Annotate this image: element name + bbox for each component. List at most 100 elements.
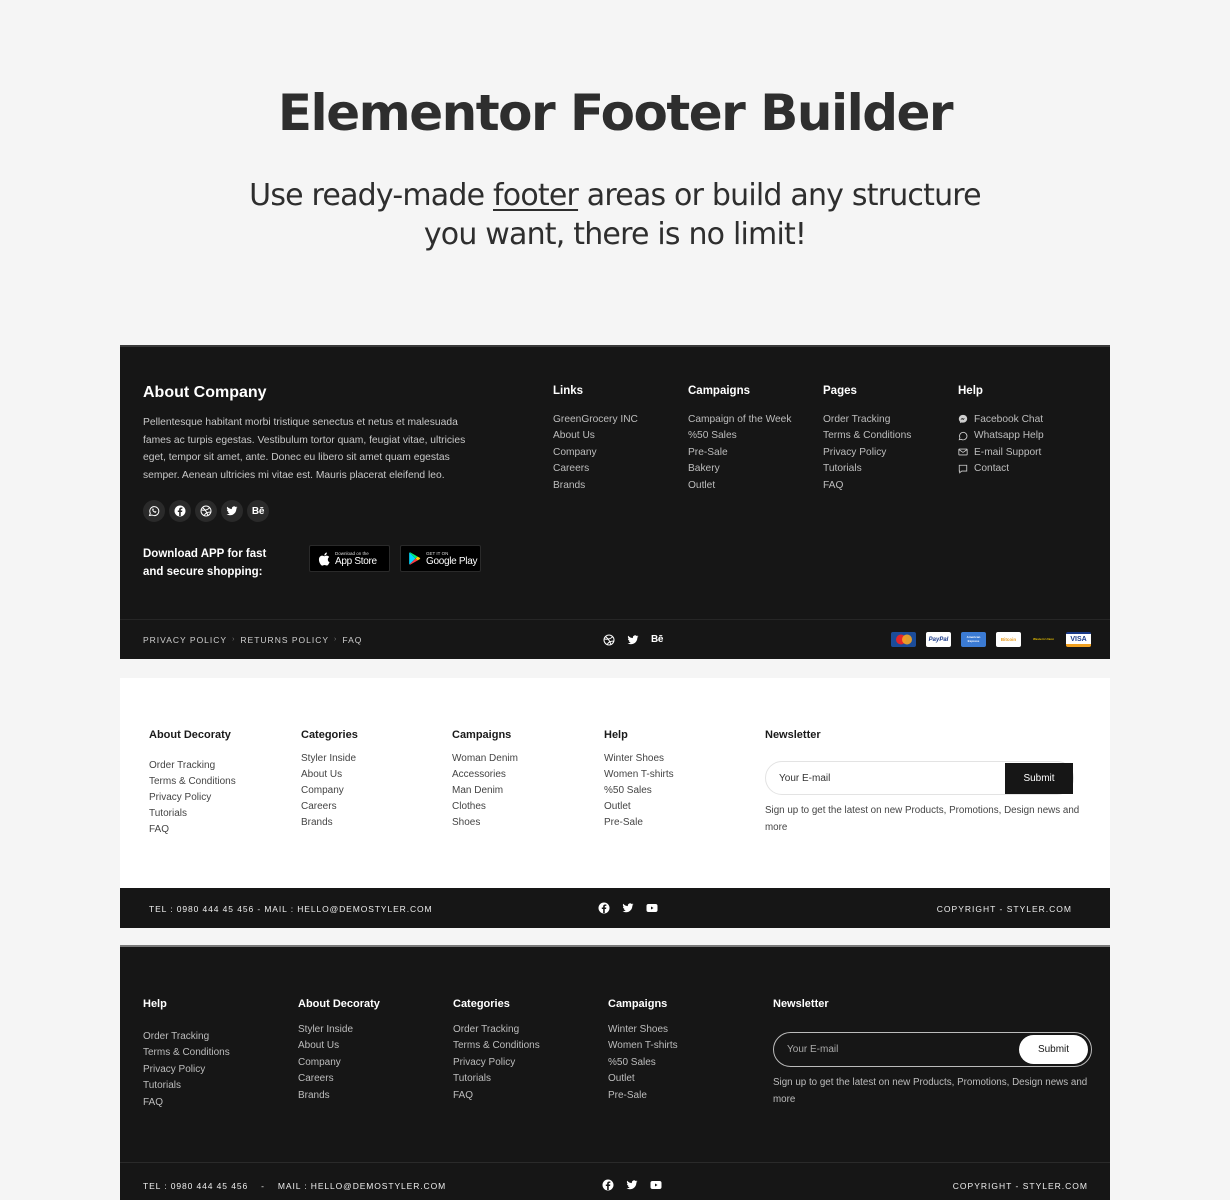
help-link-email[interactable]: E-mail Support <box>958 444 1044 461</box>
footer-link[interactable]: Tutorials <box>823 461 911 478</box>
separator: › <box>232 636 236 643</box>
footer-link[interactable]: Winter Shoes <box>604 750 674 766</box>
footer-link[interactable]: FAQ <box>143 1094 230 1111</box>
footer-link[interactable]: Careers <box>301 798 358 814</box>
newsletter-note: Sign up to get the latest on new Product… <box>773 1077 1088 1105</box>
dribbble-icon[interactable] <box>603 634 615 646</box>
footer-link[interactable]: Company <box>553 444 638 461</box>
dribbble-link[interactable] <box>195 500 217 522</box>
newsletter-form: Submit <box>773 1032 1092 1067</box>
footer-link[interactable]: Women T-shirts <box>608 1038 678 1055</box>
youtube-icon[interactable] <box>646 902 658 914</box>
footer-link[interactable]: About Us <box>553 428 638 445</box>
google-play-label: Google Play <box>426 555 478 567</box>
twitter-icon[interactable] <box>627 634 639 646</box>
footer-link[interactable]: Brands <box>301 814 358 830</box>
footer-link[interactable]: Brands <box>298 1087 380 1104</box>
footer-link[interactable]: Order Tracking <box>453 1021 540 1038</box>
footer-variant-1: About Company Pellentesque habitant morb… <box>120 345 1110 659</box>
newsletter-email-input[interactable] <box>774 1044 1019 1055</box>
footer-link[interactable]: Tutorials <box>453 1071 540 1088</box>
footer-link[interactable]: FAQ <box>823 477 911 494</box>
footer-link[interactable]: Pre-Sale <box>604 814 674 830</box>
footer-link[interactable]: Outlet <box>608 1071 678 1088</box>
footer-link[interactable]: Woman Denim <box>452 750 518 766</box>
subtitle-text: you want, there is no limit! <box>423 217 807 252</box>
footer-link[interactable]: Privacy Policy <box>823 444 911 461</box>
campaigns-column: Campaigns Winter Shoes Women T-shirts %5… <box>608 998 678 1104</box>
footer-link[interactable]: Clothes <box>452 798 518 814</box>
footer-link[interactable]: Tutorials <box>149 805 236 821</box>
footer-link[interactable]: Terms & Conditions <box>149 773 236 789</box>
footer-link[interactable]: Man Denim <box>452 782 518 798</box>
privacy-policy-link[interactable]: PRIVACY POLICY <box>143 635 227 645</box>
footer-link[interactable]: %50 Sales <box>688 428 791 445</box>
newsletter-note: Sign up to get the latest on new Product… <box>765 805 1080 833</box>
download-app-text: Download APP for fast and secure shoppin… <box>143 548 267 578</box>
footer-link[interactable]: Terms & Conditions <box>823 428 911 445</box>
help-link-contact[interactable]: Contact <box>958 461 1044 478</box>
footer-link[interactable]: FAQ <box>453 1087 540 1104</box>
footer-link[interactable]: Pre-Sale <box>608 1087 678 1104</box>
newsletter-email-input[interactable] <box>766 772 1005 784</box>
footer-link[interactable]: Order Tracking <box>149 757 236 773</box>
behance-link[interactable]: Bē <box>247 500 269 522</box>
chat-icon <box>958 464 968 474</box>
footer-link[interactable]: Pre-Sale <box>688 444 791 461</box>
facebook-icon[interactable] <box>598 902 610 914</box>
legal-links: PRIVACY POLICY › RETURNS POLICY › FAQ <box>143 635 362 645</box>
footer-link[interactable]: Accessories <box>452 766 518 782</box>
google-play-icon <box>409 552 421 565</box>
footer-link[interactable]: Tutorials <box>143 1078 230 1095</box>
footer-link[interactable]: Bakery <box>688 461 791 478</box>
footer-link[interactable]: Terms & Conditions <box>143 1045 230 1062</box>
newsletter-submit-button[interactable]: Submit <box>1019 1035 1088 1064</box>
footer-link[interactable]: Outlet <box>688 477 791 494</box>
newsletter-submit-button[interactable]: Submit <box>1005 762 1073 794</box>
youtube-icon[interactable] <box>650 1179 662 1191</box>
column-title: About Decoraty <box>149 729 231 741</box>
facebook-icon[interactable] <box>602 1179 614 1191</box>
footer-link[interactable]: Styler Inside <box>301 750 358 766</box>
footer-link[interactable]: Campaign of the Week <box>688 411 791 428</box>
help-link-facebook-chat[interactable]: Facebook Chat <box>958 411 1044 428</box>
footer-link[interactable]: Company <box>298 1054 380 1071</box>
footer-link[interactable]: footer <box>493 178 579 213</box>
footer-link[interactable]: Privacy Policy <box>453 1054 540 1071</box>
google-play-button[interactable]: GET IT ON Google Play <box>400 545 481 572</box>
footer-link[interactable]: %50 Sales <box>604 782 674 798</box>
help-column: Help Order Tracking Terms & Conditions P… <box>143 998 230 1111</box>
footer-link[interactable]: FAQ <box>149 821 236 837</box>
footer-link[interactable]: %50 Sales <box>608 1054 678 1071</box>
footer-variant-3: Help Order Tracking Terms & Conditions P… <box>120 945 1110 1200</box>
footer-link[interactable]: Terms & Conditions <box>453 1038 540 1055</box>
help-link-whatsapp[interactable]: Whatsapp Help <box>958 428 1044 445</box>
footer-link[interactable]: GreenGrocery INC <box>553 411 638 428</box>
facebook-link[interactable] <box>169 500 191 522</box>
footer-link[interactable]: About Us <box>298 1038 380 1055</box>
returns-policy-link[interactable]: RETURNS POLICY <box>240 635 329 645</box>
footer-link[interactable]: Privacy Policy <box>143 1061 230 1078</box>
twitter-icon[interactable] <box>622 902 634 914</box>
footer-link[interactable]: Order Tracking <box>823 411 911 428</box>
footer-link[interactable]: Careers <box>298 1071 380 1088</box>
footer-link[interactable]: Order Tracking <box>143 1028 230 1045</box>
footer-link[interactable]: Winter Shoes <box>608 1021 678 1038</box>
footer-link[interactable]: Women T-shirts <box>604 766 674 782</box>
link-label: Facebook Chat <box>974 413 1044 425</box>
footer-link[interactable]: Company <box>301 782 358 798</box>
behance-icon[interactable]: Bē <box>651 634 663 645</box>
twitter-link[interactable] <box>221 500 243 522</box>
twitter-icon[interactable] <box>626 1179 638 1191</box>
footer-link[interactable]: Careers <box>553 461 638 478</box>
footer-link[interactable]: Privacy Policy <box>149 789 236 805</box>
footer-link[interactable]: Outlet <box>604 798 674 814</box>
footer-link[interactable]: Styler Inside <box>298 1021 380 1038</box>
column-title: Pages <box>823 385 857 397</box>
footer-link[interactable]: About Us <box>301 766 358 782</box>
footer-link[interactable]: Brands <box>553 477 638 494</box>
faq-link[interactable]: FAQ <box>342 635 362 645</box>
whatsapp-link[interactable] <box>143 500 165 522</box>
footer-link[interactable]: Shoes <box>452 814 518 830</box>
app-store-button[interactable]: Download on the App Store <box>309 545 390 572</box>
